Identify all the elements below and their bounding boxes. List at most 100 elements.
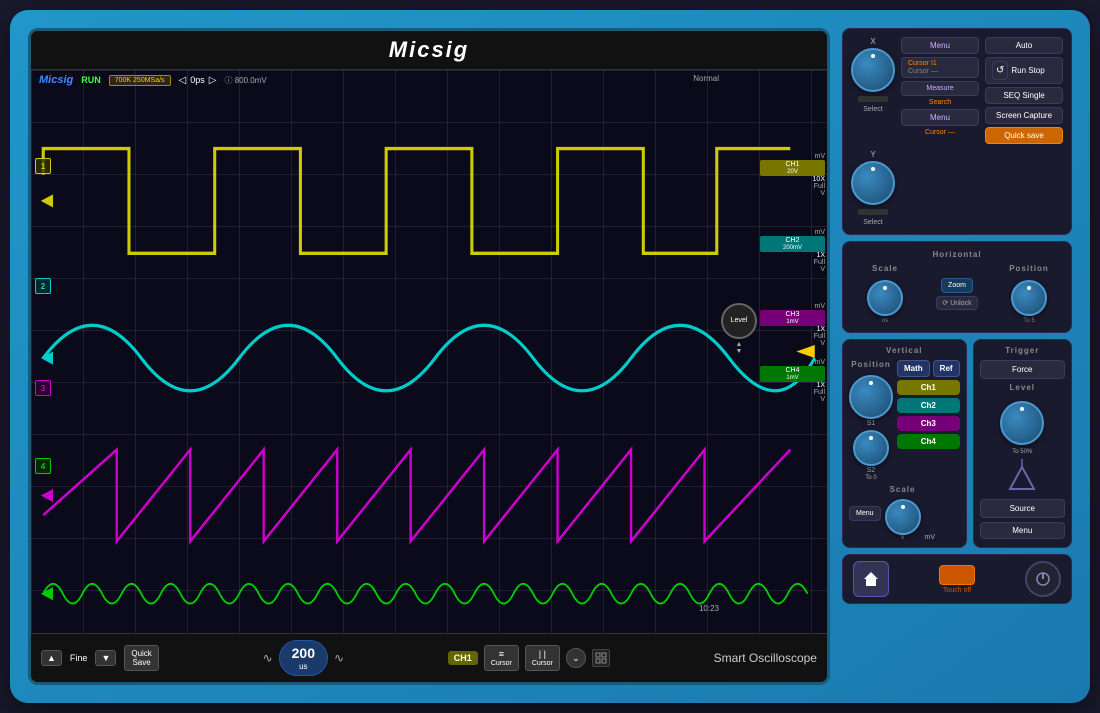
quick-save-button[interactable]: QuickSave bbox=[124, 645, 158, 671]
ch3-label-group: mV CH31mV 1X Full V bbox=[760, 303, 825, 347]
ch4-waveform bbox=[43, 584, 807, 604]
ns-label: ns bbox=[882, 318, 888, 324]
trigger-info: ◁ 0ps ▷ bbox=[179, 75, 217, 86]
level-knob[interactable]: Level bbox=[721, 303, 757, 339]
vertical-controls: Position S1 S2 To 0 Ma bbox=[849, 360, 960, 481]
s2-label: S2 bbox=[867, 467, 876, 474]
seq-single-button[interactable]: SEQ Single bbox=[985, 87, 1063, 104]
scale-knob[interactable] bbox=[867, 280, 903, 316]
select-label-x: Select bbox=[863, 106, 882, 113]
cursor-dash-label: Cursor — bbox=[901, 129, 979, 136]
waveform-display bbox=[31, 70, 827, 633]
zoom-button[interactable]: Zoom bbox=[941, 278, 973, 293]
position-v2-knob[interactable] bbox=[853, 430, 889, 466]
bottom-nav: Touch off bbox=[842, 554, 1072, 604]
undo-icon: ↺ bbox=[992, 61, 1008, 80]
horizontal-controls: Scale ns Zoom ⟳ Unlock Position To 5 bbox=[851, 264, 1063, 324]
pos-v-dot bbox=[869, 381, 873, 385]
fine-label: Fine bbox=[70, 653, 88, 663]
vert-trig-row: Vertical Position S1 S2 To 0 bbox=[842, 339, 1072, 548]
smart-oscilloscope-label: Smart Oscilloscope bbox=[714, 651, 817, 665]
cursor1-button[interactable]: ≡ Cursor bbox=[484, 645, 519, 671]
touch-off-button[interactable] bbox=[939, 565, 975, 585]
to0-label: To 0 bbox=[865, 475, 876, 481]
menu-button[interactable]: Menu bbox=[901, 37, 979, 54]
level-control[interactable]: Level ▲▼ bbox=[721, 303, 757, 355]
unlock-button[interactable]: ⟳ Unlock bbox=[936, 296, 977, 310]
right-panel: X Select Menu Cursor I1 Cursor — bbox=[842, 28, 1072, 685]
force-button[interactable]: Force bbox=[980, 360, 1065, 379]
source-button[interactable]: Source bbox=[980, 499, 1065, 518]
xy-grid: X Select Menu Cursor I1 Cursor — bbox=[851, 37, 1063, 144]
menu-cursor-group: Menu Cursor I1 Cursor — Measure Search M… bbox=[901, 37, 979, 136]
screen-display: Micsig RUN 700K 250MSa/s ◁ 0ps ▷ ⓘ 800.0… bbox=[31, 70, 827, 633]
scale-knob-group: Scale ns bbox=[851, 264, 919, 324]
ch4-marker: 4 bbox=[35, 458, 51, 474]
quick-save-right-button[interactable]: Quick save bbox=[985, 127, 1063, 144]
ref-button[interactable]: Ref bbox=[933, 360, 960, 377]
ch1-level-marker bbox=[41, 194, 53, 207]
x-knob-group: X Select bbox=[851, 37, 895, 113]
grid-icon bbox=[592, 649, 610, 667]
right-btn-panel: Auto ↺ Run Stop SEQ Single Screen Captur… bbox=[985, 37, 1063, 144]
x-label: X bbox=[870, 37, 875, 46]
level-trigger-label: Level bbox=[1010, 383, 1035, 392]
y-knob-row: Y Select bbox=[851, 150, 1063, 226]
fine-up-button[interactable]: ▲ bbox=[41, 650, 62, 666]
level-trig-dot bbox=[1020, 407, 1024, 411]
oscilloscope-body: Micsig Micsig RUN 700K 250MSa/s ◁ 0ps ▷ … bbox=[10, 10, 1090, 703]
brand-label: Micsig bbox=[39, 74, 73, 86]
scale-v-row: Menu Scale V mV bbox=[849, 485, 960, 541]
ch2-waveform bbox=[43, 325, 815, 390]
auto-button[interactable]: Auto bbox=[985, 37, 1063, 54]
position-knob[interactable] bbox=[1011, 280, 1047, 316]
screen-panel: Micsig Micsig RUN 700K 250MSa/s ◁ 0ps ▷ … bbox=[28, 28, 830, 685]
ch2-marker: 2 bbox=[35, 278, 51, 294]
wave-left-icon: ∿ bbox=[263, 651, 273, 665]
ch3-marker: 3 bbox=[35, 380, 51, 396]
y-knob-group: Y Select bbox=[851, 150, 895, 226]
timestamp: 10:23 bbox=[699, 604, 719, 613]
cursor-i1-display: Cursor I1 Cursor — bbox=[901, 57, 979, 78]
menu-v-button[interactable]: Menu bbox=[849, 506, 881, 521]
volt-info: ⓘ 800.0mV bbox=[224, 75, 266, 86]
ch2-button[interactable]: Ch2 bbox=[897, 398, 960, 413]
bottom-right-controls: CH1 ≡ Cursor | | Cursor ⌄ bbox=[448, 645, 610, 671]
ch1-label-group: mV CH120V 10X Full V bbox=[760, 153, 825, 197]
fine-down-button[interactable]: ▼ bbox=[95, 650, 116, 666]
ch1-marker: 1 bbox=[35, 158, 51, 174]
ch4-button[interactable]: Ch4 bbox=[897, 434, 960, 449]
expand-button[interactable]: ⌄ bbox=[566, 648, 586, 668]
screen-capture-button[interactable]: Screen Capture bbox=[985, 107, 1063, 124]
ch3-button[interactable]: Ch3 bbox=[897, 416, 960, 431]
position-label: Position bbox=[1009, 264, 1049, 273]
ch1-button[interactable]: Ch1 bbox=[897, 380, 960, 395]
knob-dot bbox=[871, 54, 875, 58]
measure-button[interactable]: Measure bbox=[901, 81, 979, 96]
level-trig-knob[interactable] bbox=[1000, 401, 1044, 445]
math-button[interactable]: Math bbox=[897, 360, 930, 377]
to5-label: To 5 bbox=[1023, 318, 1034, 324]
scale-v-dot bbox=[901, 505, 905, 509]
bottom-left-controls: ▲ Fine ▼ QuickSave bbox=[41, 645, 159, 671]
home-button[interactable] bbox=[853, 561, 889, 597]
channel-labels-panel: mV CH120V 10X Full V mV CH2200mV 1X Full… bbox=[760, 88, 825, 403]
scale-v-knob[interactable] bbox=[885, 499, 921, 535]
ch1-badge[interactable]: CH1 bbox=[448, 651, 478, 665]
power-button[interactable] bbox=[1025, 561, 1061, 597]
bottom-center-controls: ∿ 200 us ∿ bbox=[263, 640, 344, 676]
screen-title: Micsig bbox=[31, 31, 827, 70]
scale-label: Scale bbox=[872, 264, 898, 273]
position-v-knob[interactable] bbox=[849, 375, 893, 419]
run-stop-button[interactable]: ↺ Run Stop bbox=[985, 57, 1063, 84]
s1-label: S1 bbox=[867, 420, 876, 427]
scale-knob-dot bbox=[883, 286, 887, 290]
menu-button-2[interactable]: Menu bbox=[901, 109, 979, 126]
menu-trig-button[interactable]: Menu bbox=[980, 522, 1065, 539]
x-knob[interactable] bbox=[851, 48, 895, 92]
cursor2-button[interactable]: | | Cursor bbox=[525, 645, 560, 671]
y-knob[interactable] bbox=[851, 161, 895, 205]
ch1-waveform bbox=[43, 149, 790, 254]
position-knob-group: Position To 5 bbox=[995, 264, 1063, 324]
mv-label-v: mV bbox=[925, 534, 936, 541]
